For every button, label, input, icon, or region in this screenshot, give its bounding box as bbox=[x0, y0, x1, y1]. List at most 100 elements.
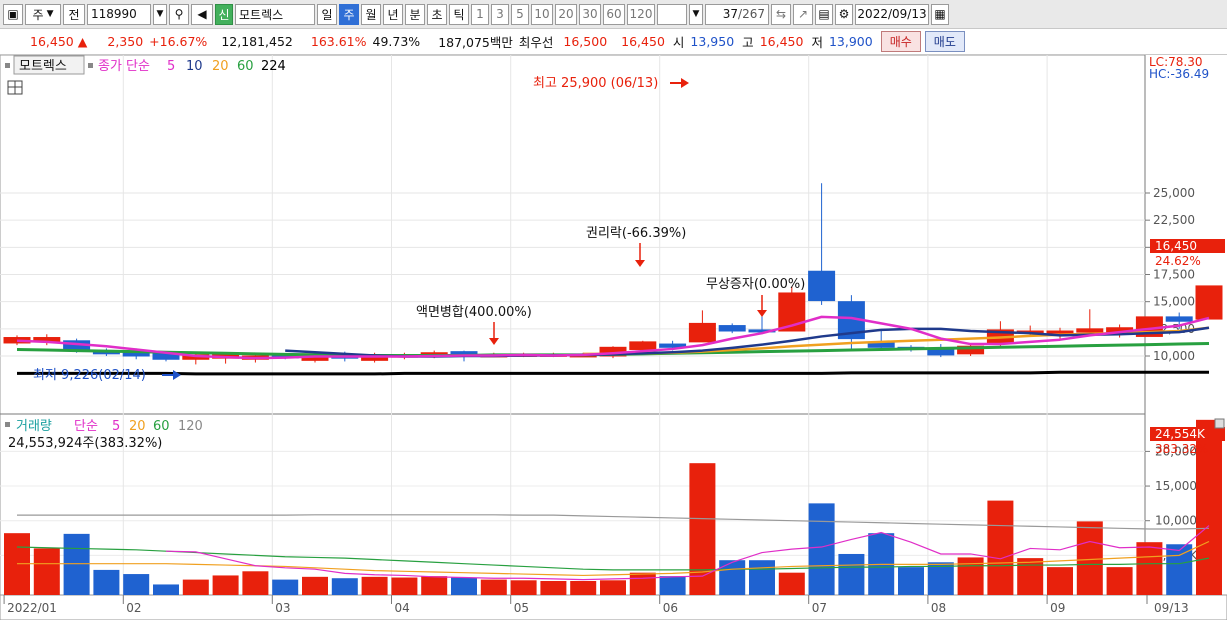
count-5[interactable]: 5 bbox=[511, 3, 529, 25]
period-year[interactable]: 년 bbox=[383, 3, 403, 25]
volume-bar bbox=[302, 576, 328, 595]
period-label: 전 bbox=[63, 3, 85, 25]
volume-badge-text: 24,554K bbox=[1155, 427, 1206, 441]
date-tick-label: 05 bbox=[514, 601, 529, 615]
volume-bar bbox=[480, 579, 507, 595]
bonus-annotation: 무상증자(0.00%) bbox=[706, 277, 805, 292]
candle-body bbox=[808, 270, 836, 302]
volume-bar bbox=[33, 548, 60, 595]
stock-code-input[interactable]: 118990 bbox=[87, 3, 151, 25]
count-20[interactable]: 20 bbox=[555, 3, 577, 25]
split-annotation: 액면병합(400.00%) bbox=[416, 305, 532, 320]
code-dropdown-button[interactable]: ▼ bbox=[153, 3, 167, 25]
volume-bar bbox=[540, 580, 567, 595]
date-field[interactable]: 2022/09/13 bbox=[855, 3, 929, 25]
candle-body bbox=[1076, 328, 1104, 333]
volume-bar bbox=[1017, 558, 1044, 595]
market-select[interactable]: 주 ▼ bbox=[25, 3, 61, 25]
volume-bar bbox=[93, 569, 120, 595]
volume-bar bbox=[778, 572, 805, 595]
legend-marker bbox=[5, 422, 10, 427]
date-tick-label: 02 bbox=[126, 601, 141, 615]
volume-bar bbox=[838, 553, 865, 595]
ma224-line bbox=[17, 370, 1209, 376]
period-tick[interactable]: 틱 bbox=[449, 3, 469, 25]
volume-bar bbox=[629, 572, 656, 595]
volume-bar bbox=[749, 560, 775, 595]
stock-name-field[interactable]: 모트렉스 bbox=[235, 3, 315, 25]
compare-icon[interactable]: ⇆ bbox=[771, 3, 791, 25]
price-tick-label: 25,000 bbox=[1153, 186, 1195, 200]
credit-badge: 신 bbox=[215, 3, 233, 25]
volume-bar bbox=[689, 463, 716, 595]
best-price-label: 최우선 bbox=[518, 35, 554, 50]
range-field[interactable]: 37/267 bbox=[705, 3, 769, 25]
date-tick-label: 07 bbox=[812, 601, 827, 615]
volume-legend-ma20: 20 bbox=[129, 419, 146, 434]
price-change: 2,350 bbox=[107, 34, 144, 49]
volume-bar bbox=[63, 533, 90, 595]
layout-icon[interactable]: ▣ bbox=[3, 3, 23, 25]
open-label: 시 bbox=[672, 35, 685, 50]
candle-body bbox=[1165, 316, 1193, 322]
period-minute[interactable]: 분 bbox=[405, 3, 425, 25]
high-label: 고 bbox=[742, 35, 754, 50]
count-custom-input[interactable] bbox=[657, 3, 687, 25]
volume-bar bbox=[510, 580, 537, 595]
candle-body bbox=[688, 322, 716, 343]
period-day[interactable]: 일 bbox=[317, 3, 337, 25]
legend-ma10: 10 bbox=[186, 59, 203, 74]
pane-close-icon[interactable] bbox=[1214, 418, 1225, 429]
legend-ma60: 60 bbox=[237, 59, 254, 74]
sell-button[interactable]: 매도 bbox=[924, 31, 965, 52]
volume-bar bbox=[1076, 521, 1103, 595]
volume-bar bbox=[153, 584, 179, 595]
count-30[interactable]: 30 bbox=[579, 3, 601, 25]
search-icon[interactable]: ⚲ bbox=[169, 3, 189, 25]
save-icon[interactable]: ▤ bbox=[815, 3, 833, 25]
count-dropdown-button[interactable]: ▼ bbox=[689, 3, 703, 25]
low-price: 13,900 bbox=[828, 34, 873, 49]
legend-ma224: 224 bbox=[261, 59, 286, 74]
period-week[interactable]: 주 bbox=[339, 3, 359, 25]
volume-bar bbox=[451, 577, 477, 595]
low-label: 저 bbox=[811, 35, 823, 50]
turnover-rate: 49.73% bbox=[372, 34, 421, 49]
legend-marker bbox=[88, 63, 93, 68]
volume-legend-ma-label: 단순 bbox=[74, 419, 98, 434]
rights-annotation: 권리락(-66.39%) bbox=[586, 226, 686, 241]
date-tick-label: 2022/01 bbox=[7, 601, 57, 615]
volume-bar bbox=[987, 500, 1014, 595]
candle-body bbox=[1046, 330, 1074, 334]
chart-area[interactable]: 25,00022,50020,00017,50015,00012,50010,0… bbox=[0, 55, 1227, 620]
buy-button[interactable]: 매수 bbox=[880, 31, 921, 52]
legend-ma-label: 종가 단순 bbox=[98, 59, 150, 74]
price-tick-label: 15,000 bbox=[1153, 295, 1195, 309]
calendar-icon[interactable]: ▦ bbox=[931, 3, 949, 25]
period-month[interactable]: 월 bbox=[361, 3, 381, 25]
toolbar: ▣ 주 ▼ 전 118990 ▼ ⚲ ◀ 신 모트렉스 일 주 월 년 분 초 틱… bbox=[0, 0, 1227, 29]
legend-stock-name: 모트렉스 bbox=[19, 59, 67, 74]
legend-ma20: 20 bbox=[212, 59, 229, 74]
price-tick-label: 17,500 bbox=[1153, 268, 1195, 282]
volume-bar bbox=[1166, 544, 1193, 595]
volume-current: 24,553,924주(383.32%) bbox=[8, 436, 162, 451]
count-1[interactable]: 1 bbox=[471, 3, 489, 25]
volume-bar bbox=[600, 580, 626, 595]
count-120[interactable]: 120 bbox=[627, 3, 655, 25]
chevron-down-icon: ▼ bbox=[46, 9, 54, 19]
volume-bar bbox=[421, 576, 448, 595]
low-annotation: 최저 9,226(02/14) bbox=[33, 368, 146, 383]
volume-ratio: 163.61% bbox=[310, 34, 367, 49]
best-bid: 16,450 bbox=[621, 34, 665, 49]
count-3[interactable]: 3 bbox=[491, 3, 509, 25]
up-arrow-icon: ▲ bbox=[77, 34, 88, 49]
volume-bar bbox=[123, 574, 150, 595]
trend-icon[interactable]: ↗ bbox=[793, 3, 813, 25]
count-10[interactable]: 10 bbox=[531, 3, 553, 25]
count-60[interactable]: 60 bbox=[603, 3, 625, 25]
sound-icon[interactable]: ◀ bbox=[191, 3, 213, 25]
period-second[interactable]: 초 bbox=[427, 3, 447, 25]
volume-bar bbox=[242, 571, 269, 595]
gear-icon[interactable]: ⚙ bbox=[835, 3, 853, 25]
